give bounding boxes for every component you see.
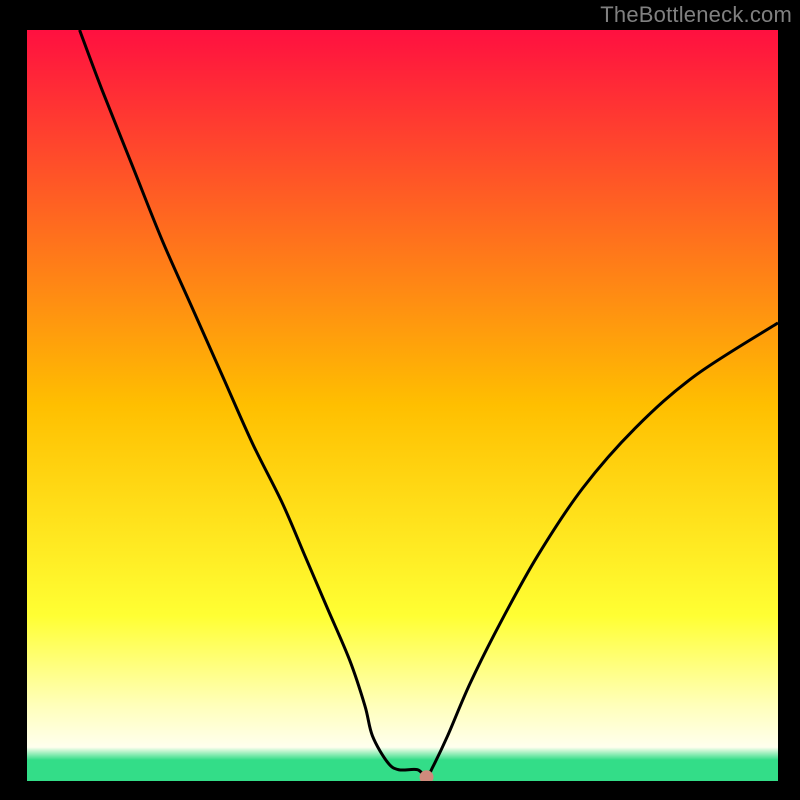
plot-background — [27, 30, 778, 781]
chart-container: { "watermark": "TheBottleneck.com", "cha… — [0, 0, 800, 800]
optimal-point-marker — [420, 770, 434, 784]
bottleneck-chart — [0, 0, 800, 800]
watermark-text: TheBottleneck.com — [600, 2, 792, 28]
